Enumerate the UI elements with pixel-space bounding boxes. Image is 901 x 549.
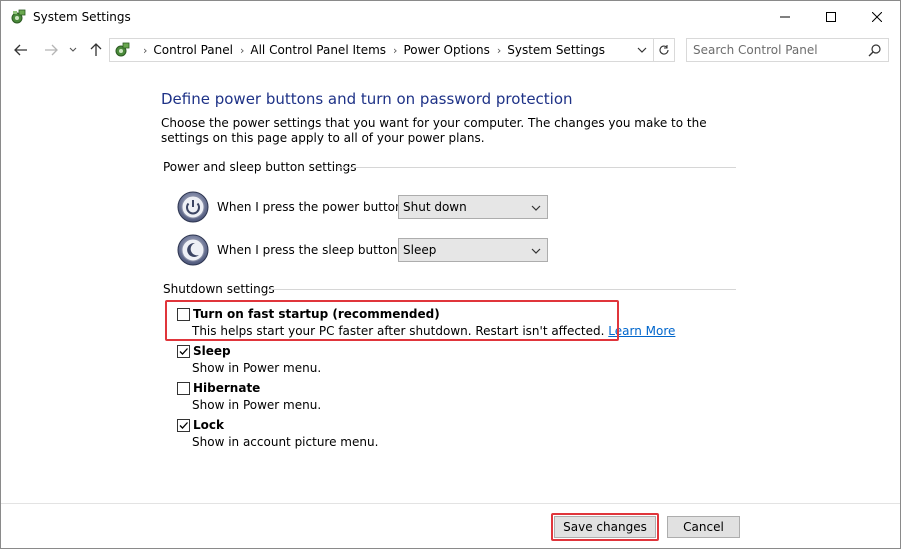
back-button[interactable] — [10, 39, 32, 61]
hibernate-option-title: Hibernate — [193, 381, 261, 395]
fast-startup-highlight — [165, 300, 619, 341]
breadcrumb-separator-icon[interactable]: › — [240, 44, 244, 57]
power-sleep-group-title: Power and sleep button settings — [163, 160, 357, 174]
breadcrumb-separator-icon[interactable]: › — [143, 44, 147, 57]
lock-option-description: Show in account picture menu. — [192, 435, 379, 449]
back-arrow-icon — [14, 44, 27, 56]
chevron-down-icon — [531, 248, 541, 254]
breadcrumb-power-options[interactable]: Power Options — [403, 43, 489, 57]
address-dropdown-icon[interactable] — [635, 43, 649, 57]
search-icon[interactable] — [868, 43, 882, 57]
minimize-icon — [780, 16, 790, 18]
control-panel-icon — [114, 42, 130, 58]
sleep-button-value: Sleep — [403, 243, 437, 257]
close-button[interactable] — [854, 1, 900, 33]
sleep-option-description: Show in Power menu. — [192, 361, 322, 375]
power-button-label: When I press the power button: — [217, 200, 407, 214]
footer-divider — [1, 503, 900, 504]
lock-checkbox[interactable] — [177, 419, 190, 432]
sleep-checkbox[interactable] — [177, 345, 190, 358]
recent-locations-button[interactable] — [67, 39, 79, 61]
hibernate-option-description: Show in Power menu. — [192, 398, 322, 412]
shutdown-group-title: Shutdown settings — [163, 282, 275, 296]
lock-option-title: Lock — [193, 418, 224, 432]
search-box[interactable] — [686, 38, 889, 62]
title-bar: System Settings — [1, 1, 900, 33]
power-button-value: Shut down — [403, 200, 467, 214]
page-title: Define power buttons and turn on passwor… — [161, 90, 573, 108]
chevron-down-icon — [531, 205, 541, 211]
chevron-down-icon — [69, 47, 77, 52]
checkmark-icon — [179, 348, 188, 355]
sleep-button-select[interactable]: Sleep — [398, 238, 548, 262]
minimize-button[interactable] — [762, 1, 808, 33]
breadcrumb-system-settings[interactable]: System Settings — [507, 43, 605, 57]
checkmark-icon — [179, 422, 188, 429]
breadcrumb-control-panel[interactable]: Control Panel — [153, 43, 233, 57]
control-panel-app-icon — [10, 9, 26, 25]
group-divider — [337, 167, 736, 168]
sleep-button-icon — [177, 234, 209, 266]
breadcrumb-separator-icon[interactable]: › — [497, 44, 501, 57]
address-bar[interactable]: › Control Panel › All Control Panel Item… — [109, 38, 654, 62]
cancel-button[interactable]: Cancel — [667, 516, 740, 538]
save-changes-highlight — [551, 513, 659, 541]
power-button-select[interactable]: Shut down — [398, 195, 548, 219]
window-title: System Settings — [33, 10, 131, 24]
page-description: Choose the power settings that you want … — [161, 116, 707, 145]
up-button[interactable] — [85, 39, 107, 61]
group-divider — [267, 289, 736, 290]
forward-arrow-icon — [45, 44, 58, 56]
navigation-bar: › Control Panel › All Control Panel Item… — [1, 33, 900, 67]
refresh-icon — [659, 45, 669, 55]
sleep-button-label: When I press the sleep button: — [217, 243, 402, 257]
breadcrumb: › Control Panel › All Control Panel Item… — [136, 43, 605, 57]
maximize-icon — [826, 12, 836, 22]
system-settings-window: System Settings › Control Panel › All Co… — [0, 0, 901, 549]
hibernate-checkbox[interactable] — [177, 382, 190, 395]
forward-button[interactable] — [40, 39, 62, 61]
refresh-button[interactable] — [653, 38, 675, 62]
sleep-option-title: Sleep — [193, 344, 231, 358]
breadcrumb-separator-icon[interactable]: › — [393, 44, 397, 57]
close-icon — [872, 12, 882, 22]
breadcrumb-all-items[interactable]: All Control Panel Items — [250, 43, 386, 57]
power-button-icon — [177, 191, 209, 223]
up-arrow-icon — [90, 43, 102, 56]
maximize-button[interactable] — [808, 1, 854, 33]
search-input[interactable] — [693, 42, 863, 58]
